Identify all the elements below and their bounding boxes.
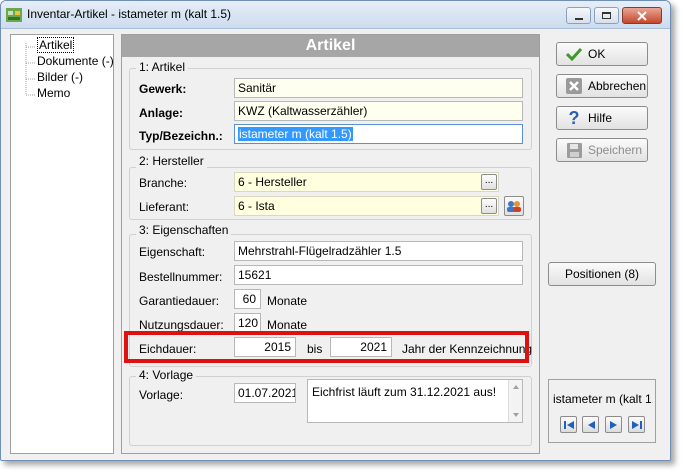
last-record-button[interactable] [628, 416, 645, 433]
group-artikel-label: 1: Artikel [136, 61, 189, 74]
maximize-button[interactable] [594, 7, 619, 24]
group-vorlage-label: 4: Vorlage [136, 369, 197, 382]
positionen-button[interactable]: Positionen (8) [548, 262, 656, 286]
nutzungsdauer-label: Nutzungsdauer: [139, 318, 224, 332]
first-record-button[interactable] [560, 416, 577, 433]
garantiedauer-label: Garantiedauer: [139, 294, 220, 308]
typ-value: istameter m (kalt 1.5) [238, 127, 353, 141]
cancel-x-icon [565, 77, 583, 95]
nutzungsdauer-field[interactable]: 120 [234, 313, 261, 333]
panel-header: Artikel [122, 35, 539, 57]
vorlage-scrollbar[interactable] [508, 380, 522, 422]
bestellnummer-label: Bestellnummer: [139, 270, 223, 284]
nutzungsdauer-unit: Monate [267, 318, 308, 332]
group-hersteller-label: 2: Hersteller [136, 155, 207, 168]
next-record-button[interactable] [605, 416, 622, 433]
last-record-icon [631, 420, 642, 429]
group-eigenschaften-label: 3: Eigenschaften [136, 224, 232, 237]
tree-lines [25, 43, 36, 96]
help-label: Hilfe [588, 111, 613, 125]
record-navigator: istameter m (kalt 1. [548, 379, 656, 443]
window-title: Inventar-Artikel - istameter m (kalt 1.5… [27, 7, 232, 21]
scroll-down-icon [513, 413, 519, 417]
vorlage-label: Vorlage: [139, 388, 184, 402]
first-record-icon [563, 420, 574, 429]
app-icon [5, 6, 23, 24]
contacts-button[interactable] [504, 196, 524, 216]
scroll-up-icon [513, 385, 519, 389]
tree-item-bilder[interactable]: Bilder (-) [37, 70, 83, 84]
tree-item-artikel[interactable]: Artikel [37, 37, 75, 53]
branche-value: 6 - Hersteller [238, 175, 307, 189]
typ-label: Typ/Bezeichn.: [139, 129, 223, 143]
save-label: Speichern [588, 143, 643, 157]
close-icon [637, 10, 647, 21]
tree-item-memo[interactable]: Memo [37, 86, 70, 100]
positionen-label: Positionen (8) [564, 267, 640, 281]
garantiedauer-field[interactable]: 60 [234, 289, 261, 309]
navigation-tree[interactable]: Artikel Dokumente (-) Bilder (-) Memo [10, 34, 114, 454]
close-button[interactable] [622, 7, 662, 24]
next-record-icon [609, 420, 617, 429]
vorlage-note-text: Eichfrist läuft zum 31.12.2021 aus! [312, 385, 497, 399]
eigenschaft-field[interactable]: Mehrstrahl-Flügelradzähler 1.5 [234, 241, 523, 261]
vorlage-date-field[interactable]: 01.07.2021 [234, 383, 296, 403]
lieferant-browse-button[interactable]: ... [481, 198, 497, 214]
help-button[interactable]: ? Hilfe [556, 106, 648, 130]
contacts-icon [507, 201, 521, 212]
lieferant-label: Lieferant: [139, 200, 190, 214]
cancel-label: Abbrechen [588, 79, 647, 93]
save-button[interactable]: Speichern [556, 138, 648, 162]
floppy-disk-icon [565, 141, 583, 159]
garantiedauer-unit: Monate [267, 294, 308, 308]
branche-label: Branche: [139, 176, 188, 190]
eichdauer-highlight-box [124, 331, 529, 363]
minimize-icon [574, 17, 583, 20]
ok-label: OK [588, 47, 606, 61]
typ-field[interactable]: istameter m (kalt 1.5) [234, 124, 523, 144]
lieferant-field[interactable]: 6 - Ista [234, 196, 499, 216]
lieferant-value: 6 - Ista [238, 199, 275, 213]
tree-item-dokumente[interactable]: Dokumente (-) [37, 54, 114, 68]
branche-field[interactable]: 6 - Hersteller [234, 172, 499, 192]
bestellnummer-field[interactable]: 15621 [234, 265, 523, 285]
previous-record-icon [587, 420, 595, 429]
gewerk-field[interactable]: Sanitär [234, 78, 523, 98]
checkmark-icon [565, 45, 583, 63]
eigenschaft-label: Eigenschaft: [139, 245, 206, 259]
branche-browse-button[interactable]: ... [481, 174, 497, 190]
gewerk-label: Gewerk: [139, 82, 187, 96]
anlage-label: Anlage: [139, 106, 184, 120]
vorlage-note-area[interactable]: Eichfrist läuft zum 31.12.2021 aus! [307, 379, 523, 423]
anlage-field[interactable]: KWZ (Kaltwasserzähler) [234, 101, 523, 121]
question-mark-icon: ? [568, 107, 580, 128]
minimize-button[interactable] [566, 7, 591, 24]
maximize-icon [602, 12, 611, 19]
cancel-button[interactable]: Abbrechen [556, 74, 648, 98]
ok-button[interactable]: OK [556, 42, 648, 66]
previous-record-button[interactable] [582, 416, 599, 433]
navigator-current-record: istameter m (kalt 1. [553, 392, 653, 406]
